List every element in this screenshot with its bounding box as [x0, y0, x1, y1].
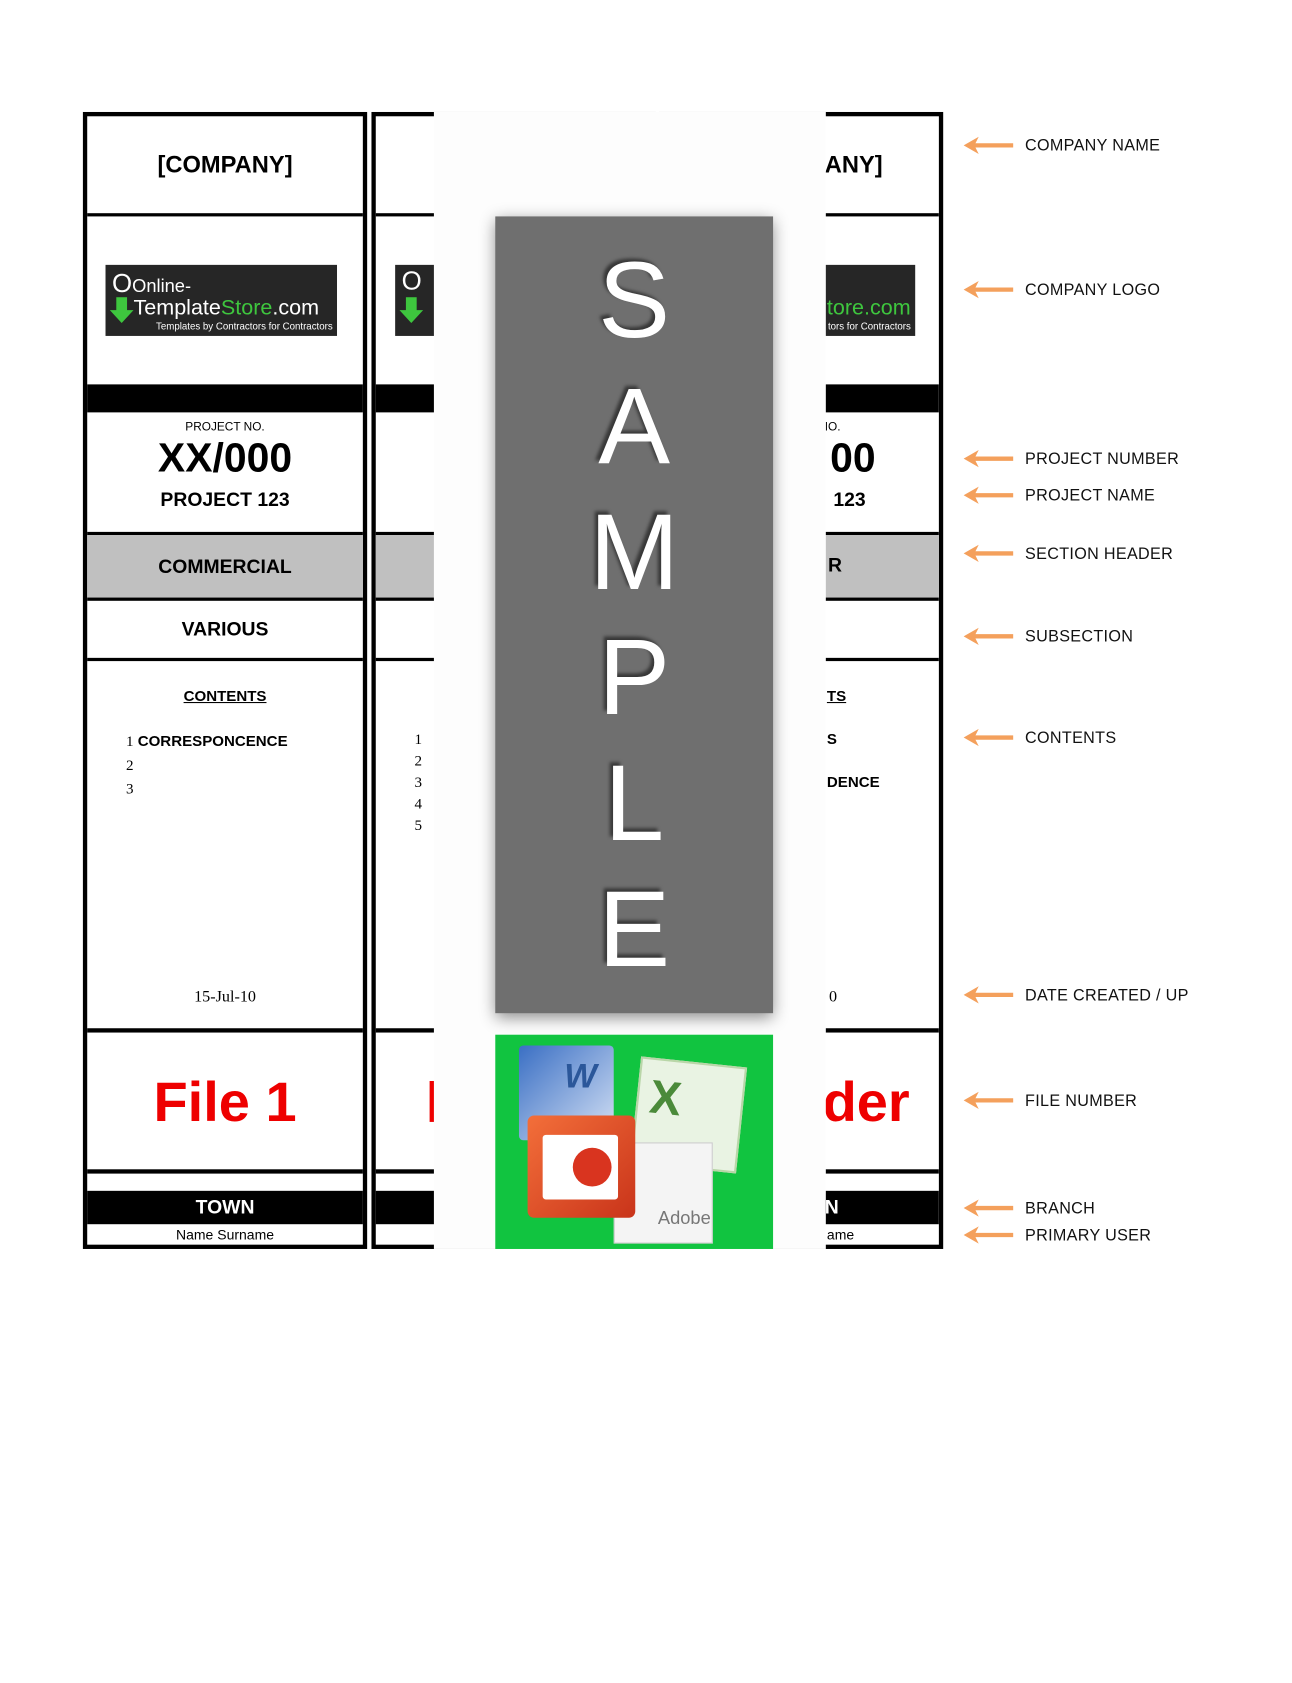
arrow-left-icon	[963, 627, 1014, 645]
annotation-label: COMPANY NAME	[1025, 136, 1161, 156]
annotation-label: PRIMARY USER	[1025, 1226, 1152, 1245]
folder-label-panel-1: [COMPANY] OOnline- TemplateStore.com Tem…	[82, 111, 368, 1249]
divider	[87, 213, 363, 217]
annotation-label: SECTION HEADER	[1025, 544, 1174, 564]
contents-numbers: 12345	[414, 732, 423, 835]
contents-item: 3	[125, 781, 134, 798]
logo-com: .com	[272, 296, 320, 320]
download-arrow-icon	[109, 297, 134, 324]
branch: TOWN	[87, 1190, 363, 1225]
annotation-label: DATE CREATED / UP	[1025, 986, 1189, 1005]
annotation-label: PROJECT NUMBER	[1025, 450, 1180, 469]
sample-letter: A	[598, 366, 671, 487]
annotation-label: FILE NUMBER	[1025, 1091, 1138, 1111]
contents-list: 1 CORRESPONCENCE 2 3	[126, 730, 288, 801]
company-name: [COMPANY]	[157, 150, 293, 178]
annotation-label: COMPANY LOGO	[1025, 281, 1161, 300]
black-band	[87, 384, 363, 413]
logo-store: Store	[220, 296, 273, 320]
subsection: VARIOUS	[181, 618, 269, 640]
section-header: COMMERCIAL	[87, 535, 363, 598]
arrow-left-icon	[963, 728, 1014, 747]
company-logo: OOnline- TemplateStore.com Templates by …	[105, 264, 338, 336]
annotation-label: BRANCH	[1025, 1199, 1096, 1218]
office-apps-badge: W X Adobe	[495, 1034, 774, 1249]
arrow-left-icon	[963, 986, 1014, 1004]
arrow-left-icon	[963, 281, 1014, 299]
project-name: PROJECT 123	[160, 488, 290, 511]
sample-letter: E	[598, 868, 671, 990]
arrow-left-icon	[963, 1226, 1014, 1244]
sample-letter: P	[598, 617, 671, 738]
project-no-label: PROJECT NO.	[185, 420, 265, 434]
logo-line1: Online-	[132, 275, 192, 297]
sample-banner: S A M P L E	[495, 216, 774, 1014]
annotation-label: CONTENTS	[1025, 728, 1117, 748]
arrow-left-icon	[963, 544, 1014, 563]
sample-letter: M	[589, 491, 680, 613]
powerpoint-icon	[527, 1115, 636, 1218]
contents-title: CONTENTS	[183, 686, 267, 705]
contents-item: 1 CORRESPONCENCE	[125, 732, 288, 751]
annotation-label: SUBSECTION	[1025, 627, 1134, 647]
arrow-left-icon	[963, 486, 1014, 504]
arrow-left-icon	[963, 1199, 1014, 1217]
sample-letter: L	[604, 742, 665, 864]
logo-tagline: Templates by Contractors for Contractors	[156, 320, 333, 332]
annotation-label: PROJECT NAME	[1025, 486, 1156, 505]
primary-user: Name Surname	[176, 1226, 275, 1243]
sample-overlay: S A M P L E W X Adobe	[433, 111, 826, 1249]
logo-template: Template	[133, 296, 221, 320]
contents-item: 2	[125, 757, 134, 775]
arrow-left-icon	[963, 136, 1014, 154]
download-arrow-icon	[399, 297, 424, 324]
arrow-left-icon	[963, 450, 1014, 468]
arrow-left-icon	[963, 1091, 1014, 1110]
date-created: 15-Jul-10	[194, 988, 256, 1006]
sample-letter: S	[598, 240, 671, 362]
file-number: File 1	[153, 1071, 297, 1134]
project-number: XX/000	[157, 436, 293, 482]
